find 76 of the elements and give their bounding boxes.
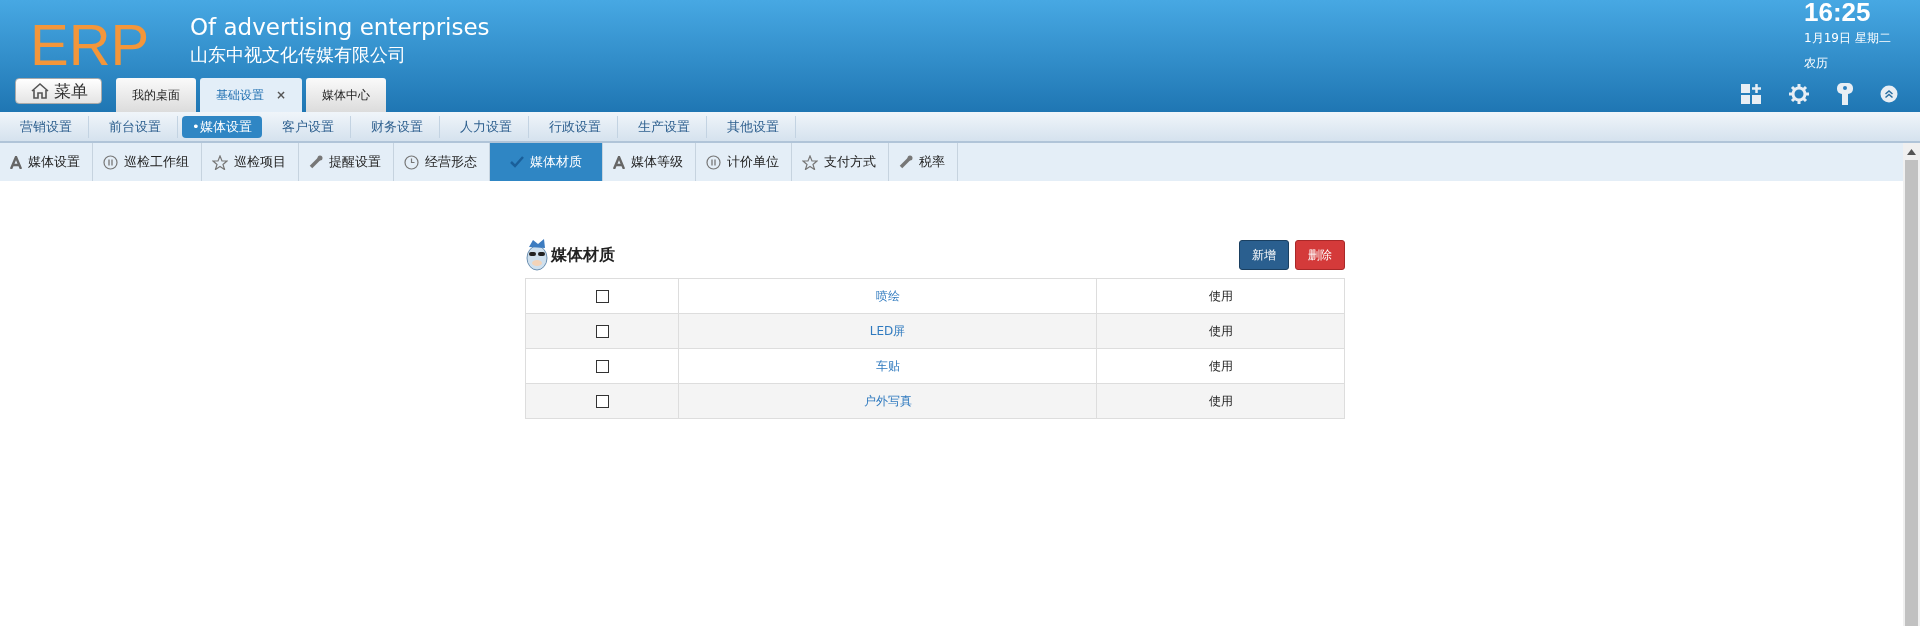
tab-label: 基础设置 <box>216 86 264 104</box>
clock-icon <box>404 154 419 170</box>
nav-item[interactable]: 其他设置 <box>710 115 796 138</box>
nav-item[interactable]: 财务设置 <box>354 115 440 138</box>
settings-icon[interactable] <box>1788 83 1810 105</box>
wrench-icon <box>899 155 913 169</box>
letter-a-icon <box>613 155 625 169</box>
material-name-link[interactable]: 喷绘 <box>875 288 900 303</box>
row-checkbox[interactable] <box>595 325 609 338</box>
window-tab[interactable]: 基础设置 × <box>200 78 303 112</box>
status-cell: 使用 <box>1096 383 1345 419</box>
window-tab[interactable]: 媒体中心 <box>306 78 387 112</box>
star-icon <box>802 154 818 170</box>
material-name-link[interactable]: 车贴 <box>875 358 900 373</box>
clock-date: 1月19日 星期二 <box>1804 30 1892 47</box>
sub-tab[interactable]: 媒体等级 <box>603 143 696 181</box>
scrollbar-thumb[interactable] <box>1905 160 1918 626</box>
pause-icon <box>706 154 721 170</box>
delete-button[interactable]: 删除 <box>1295 240 1345 270</box>
close-tab-button[interactable]: × <box>276 88 287 102</box>
sub-tab[interactable]: 支付方式 <box>792 143 889 181</box>
sub-tab-label: 媒体等级 <box>631 153 683 171</box>
add-widget-icon[interactable] <box>1740 83 1762 105</box>
nav-item[interactable]: 人力设置 <box>443 115 529 138</box>
nav-item[interactable]: 生产设置 <box>621 115 707 138</box>
logo-text: ERP <box>30 16 151 76</box>
collapse-icon[interactable] <box>1880 85 1898 103</box>
sub-tab-label: 媒体设置 <box>28 153 80 171</box>
sub-tab-label: 提醒设置 <box>329 153 381 171</box>
material-name-link[interactable]: LED屏 <box>869 323 906 338</box>
letter-a-icon <box>10 155 22 169</box>
home-icon <box>29 82 50 100</box>
sub-tab[interactable]: 税率 <box>889 143 958 181</box>
sub-tab[interactable]: 提醒设置 <box>299 143 394 181</box>
scrollbar[interactable] <box>1903 143 1920 626</box>
sub-tab-label: 巡检项目 <box>234 153 286 171</box>
status-cell: 使用 <box>1096 348 1345 384</box>
scroll-up-arrow-icon[interactable] <box>1907 148 1916 155</box>
check-icon <box>510 156 524 168</box>
sub-tab[interactable]: 计价单位 <box>696 143 792 181</box>
window-tab[interactable]: 我的桌面 <box>116 78 196 112</box>
status-cell: 使用 <box>1096 313 1345 349</box>
company-name: 山东中视文化传媒有限公司 <box>190 43 407 67</box>
sub-tab-label: 计价单位 <box>727 153 779 171</box>
key-icon[interactable] <box>1836 82 1854 106</box>
add-button[interactable]: 新增 <box>1239 240 1289 270</box>
wrench-icon <box>309 155 323 169</box>
nav-item[interactable]: 行政设置 <box>532 115 618 138</box>
nav-item[interactable]: •媒体设置 <box>182 115 262 138</box>
tab-label: 媒体中心 <box>322 86 371 104</box>
nav-item[interactable]: 前台设置 <box>93 115 178 138</box>
menu-button[interactable]: 菜单 <box>15 78 102 104</box>
cartoon-mascot-icon <box>525 238 549 272</box>
panel-title: 媒体材质 <box>551 244 615 266</box>
sub-tab[interactable]: 媒体材质 <box>490 143 603 181</box>
pause-icon <box>103 154 118 170</box>
clock-time: 16:25 <box>1804 0 1872 24</box>
nav-item[interactable]: 营销设置 <box>4 115 89 138</box>
row-checkbox[interactable] <box>595 395 609 408</box>
sub-tab[interactable]: 媒体设置 <box>0 143 93 181</box>
star-icon <box>212 154 228 170</box>
row-checkbox[interactable] <box>595 360 609 373</box>
lunar-label: 农历 <box>1804 55 1829 72</box>
sub-tab-label: 支付方式 <box>824 153 876 171</box>
sub-tab-label: 税率 <box>919 153 945 171</box>
tab-label: 我的桌面 <box>132 86 180 104</box>
sub-tab[interactable]: 巡检项目 <box>202 143 299 181</box>
sub-tab-label: 媒体材质 <box>530 153 582 171</box>
sub-tab-label: 经营形态 <box>425 153 477 171</box>
material-name-link[interactable]: 户外写真 <box>863 393 912 408</box>
status-cell: 使用 <box>1096 278 1345 314</box>
sub-tab-label: 巡检工作组 <box>124 153 189 171</box>
nav-item[interactable]: 客户设置 <box>265 115 351 138</box>
tagline: Of advertising enterprises <box>190 13 490 42</box>
row-checkbox[interactable] <box>595 290 609 303</box>
sub-tab[interactable]: 巡检工作组 <box>93 143 202 181</box>
